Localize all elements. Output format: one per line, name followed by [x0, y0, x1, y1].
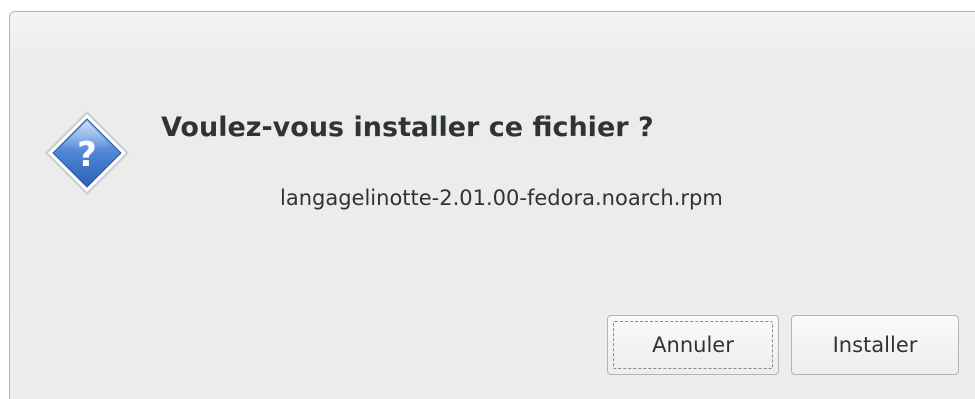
cancel-button-label: Annuler — [652, 333, 734, 357]
question-icon: ? — [41, 107, 133, 199]
install-confirmation-dialog: ? Voulez-vous installer ce fichier ? lan… — [9, 11, 975, 399]
install-button-label: Installer — [832, 333, 918, 357]
file-name-text: langagelinotte-2.01.00-fedora.noarch.rpm — [280, 186, 723, 210]
cancel-button[interactable]: Annuler — [607, 315, 779, 375]
svg-text:?: ? — [77, 135, 97, 175]
install-button[interactable]: Installer — [791, 315, 959, 375]
dialog-title: Voulez-vous installer ce fichier ? — [161, 112, 654, 143]
